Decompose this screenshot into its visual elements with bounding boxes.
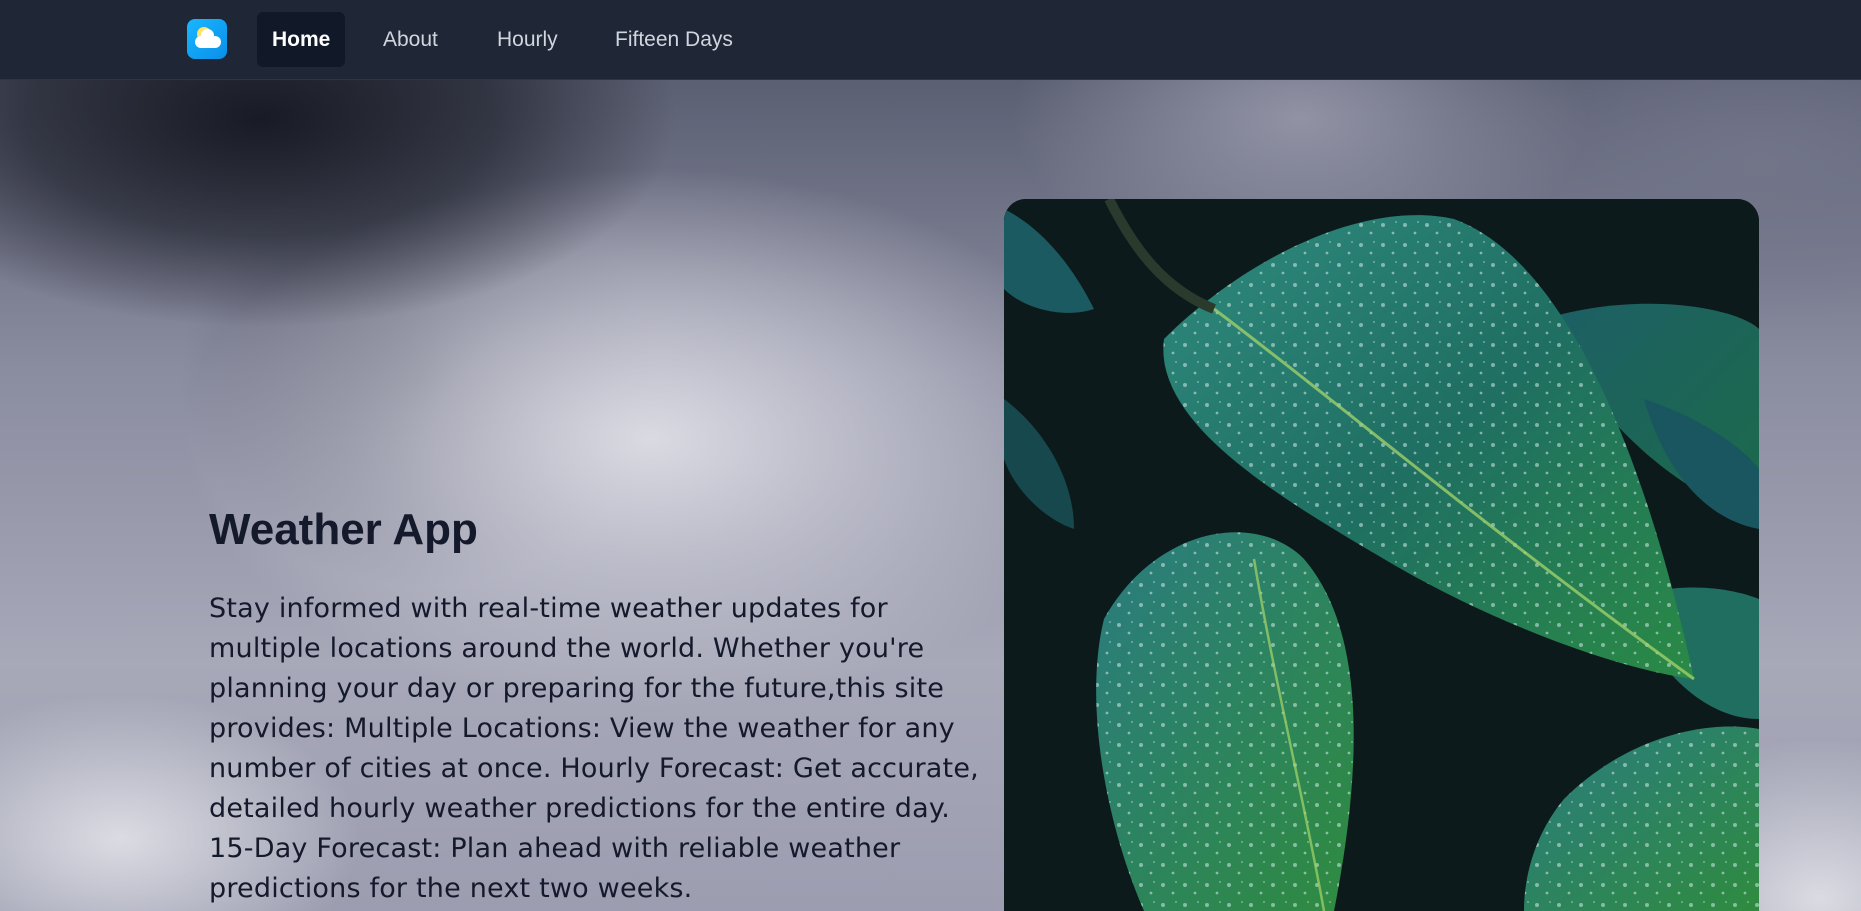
nav-home-link[interactable]: Home: [257, 12, 346, 67]
nav-hourly-link[interactable]: Hourly: [482, 12, 573, 67]
nav-about-link[interactable]: About: [368, 12, 453, 67]
hero-description: Stay informed with real-time weather upd…: [209, 593, 979, 904]
cloud-icon: [195, 29, 221, 48]
leaves-image: [1004, 199, 1759, 911]
nav-fifteen-days-link[interactable]: Fifteen Days: [600, 12, 748, 67]
weather-logo-icon[interactable]: [187, 19, 227, 59]
hero-title: Weather App: [209, 505, 478, 554]
navbar: Home About Hourly Fifteen Days: [0, 0, 1861, 80]
leaves-illustration: [1004, 199, 1759, 911]
